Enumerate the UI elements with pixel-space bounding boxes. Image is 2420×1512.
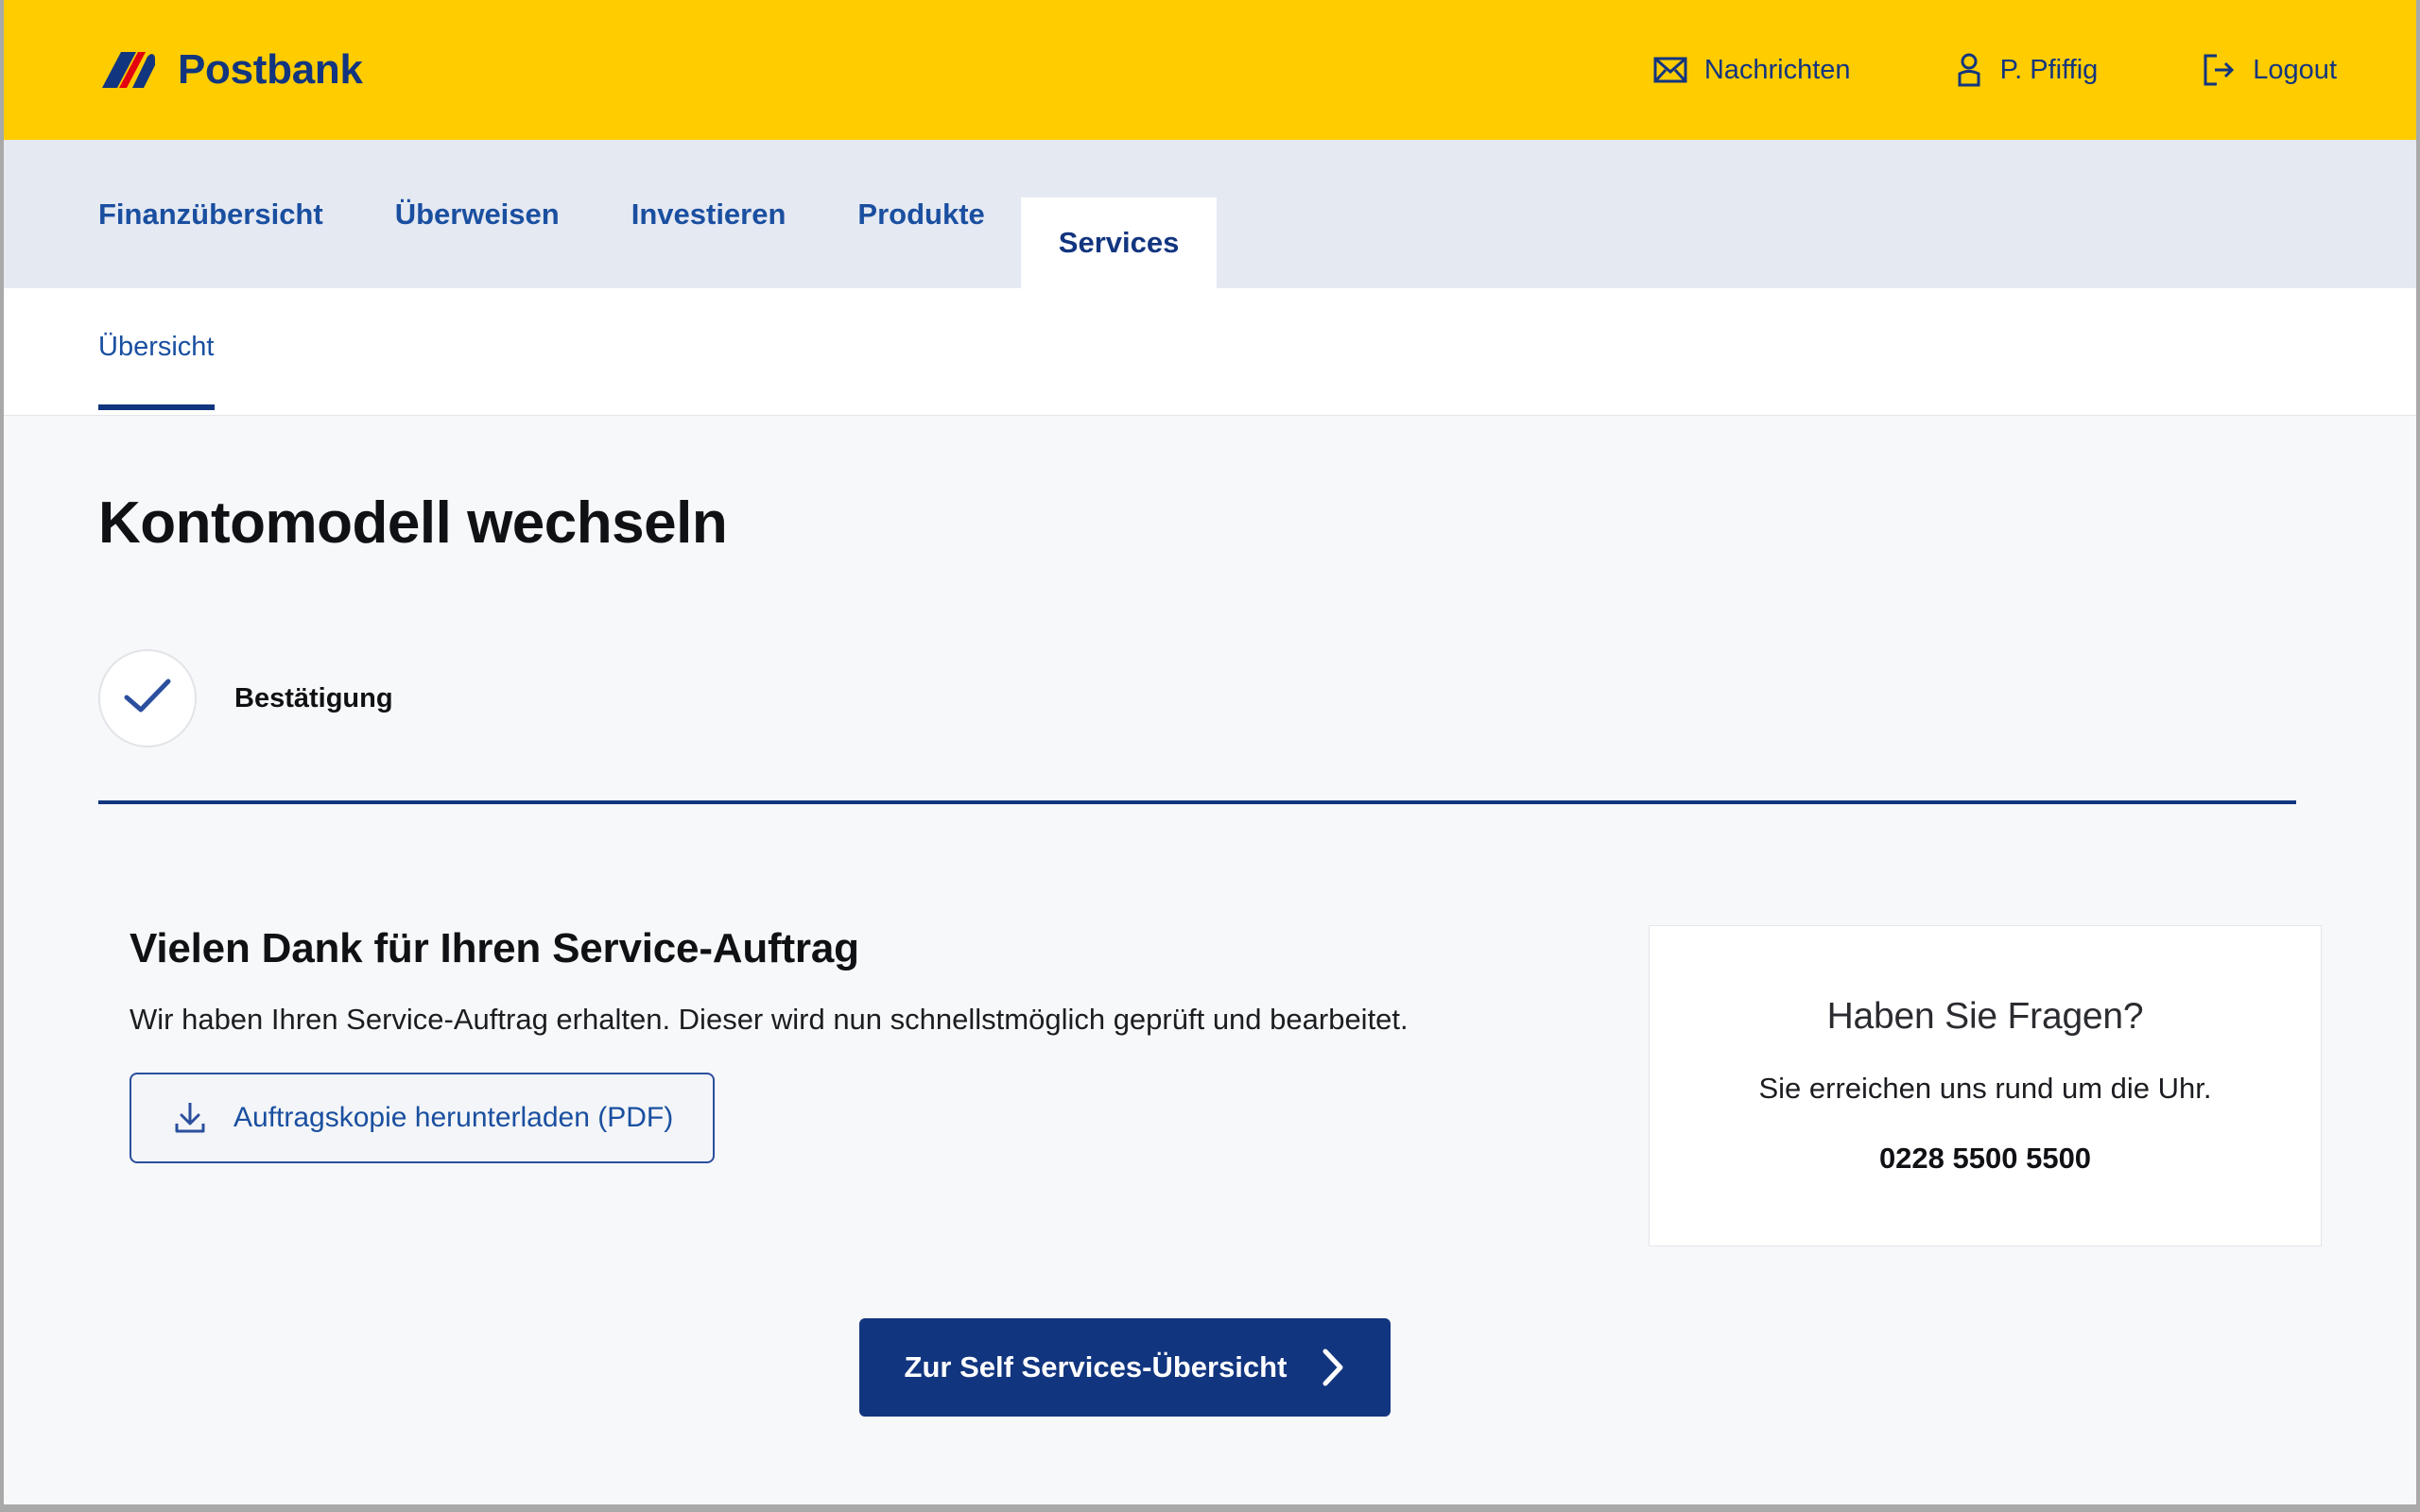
confirmation-panel: Vielen Dank für Ihren Service-Auftrag Wi…: [98, 804, 2322, 1246]
browser-window: Postbank Nachrichten P. Pfiffig Logout F…: [0, 0, 2420, 1512]
logout-label: Logout: [2253, 54, 2337, 85]
user-icon: [1955, 53, 1983, 87]
main-navigation: Finanzübersicht Überweisen Investieren P…: [4, 140, 2416, 288]
brand-name: Postbank: [178, 46, 363, 93]
self-services-overview-button[interactable]: Zur Self Services-Übersicht: [858, 1318, 1392, 1417]
header-actions: Nachrichten P. Pfiffig Logout: [1653, 53, 2337, 87]
nav-tab-ueberweisen[interactable]: Überweisen: [359, 140, 596, 288]
download-pdf-button[interactable]: Auftragskopie herunterladen (PDF): [130, 1073, 716, 1164]
help-card-title: Haben Sie Fragen?: [1826, 996, 2144, 1037]
logout-button[interactable]: Logout: [2202, 54, 2337, 86]
help-card-subtitle: Sie erreichen uns rund um die Uhr.: [1758, 1072, 2212, 1105]
help-card: Haben Sie Fragen? Sie erreichen uns rund…: [1649, 925, 2322, 1246]
nav-tab-services[interactable]: Services: [1020, 198, 1218, 288]
subnav-item-uebersicht[interactable]: Übersicht: [98, 332, 215, 410]
nav-tab-produkte[interactable]: Produkte: [821, 140, 1020, 288]
messages-label: Nachrichten: [1703, 54, 1851, 85]
brand-header: Postbank Nachrichten P. Pfiffig Logout: [4, 0, 2416, 140]
postbank-logo[interactable]: Postbank: [98, 48, 363, 92]
check-icon: [123, 678, 172, 720]
nav-tab-finanzuebersicht[interactable]: Finanzübersicht: [98, 140, 359, 288]
postbank-swoosh-logo-icon: [98, 48, 157, 92]
cta-row: Zur Self Services-Übersicht: [98, 1246, 2322, 1417]
nav-tab-list: Finanzübersicht Überweisen Investieren P…: [98, 140, 1218, 288]
envelope-icon: [1653, 57, 1687, 83]
nav-tab-investieren[interactable]: Investieren: [596, 140, 822, 288]
confirmation-text-block: Vielen Dank für Ihren Service-Auftrag Wi…: [130, 925, 1529, 1164]
stepper: Bestätigung: [98, 557, 2322, 747]
page-title: Kontomodell wechseln: [98, 490, 728, 556]
download-pdf-label: Auftragskopie herunterladen (PDF): [233, 1102, 674, 1134]
step-confirmation-label: Bestätigung: [234, 682, 393, 713]
section-body-text: Wir haben Ihren Service-Auftrag erhalten…: [130, 1003, 1409, 1036]
section-title: Vielen Dank für Ihren Service-Auftrag: [130, 925, 859, 971]
user-menu[interactable]: P. Pfiffig: [1955, 53, 2099, 87]
help-card-phone: 0228 5500 5500: [1878, 1142, 2092, 1175]
step-confirmation-indicator: [98, 649, 197, 747]
messages-link[interactable]: Nachrichten: [1653, 54, 1851, 85]
logout-icon: [2202, 54, 2236, 86]
page-content: Kontomodell wechseln Bestätigung Vielen …: [4, 416, 2416, 1504]
user-name-label: P. Pfiffig: [1999, 54, 2099, 85]
chevron-right-icon: [1321, 1348, 1345, 1387]
download-icon: [171, 1099, 209, 1137]
sub-navigation: Übersicht: [4, 288, 2416, 416]
cta-label: Zur Self Services-Übersicht: [904, 1350, 1288, 1383]
